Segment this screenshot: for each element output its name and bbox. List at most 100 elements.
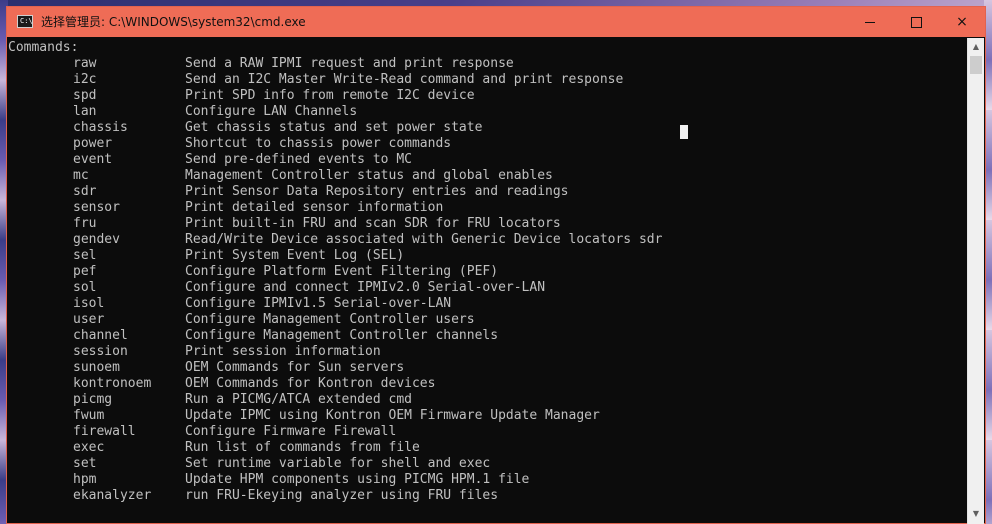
command-row: fru Print built-in FRU and scan SDR for F… bbox=[8, 216, 966, 232]
command-name: sunoem bbox=[73, 360, 120, 375]
command-row: hpm Update HPM components using PICMG HPM… bbox=[8, 472, 966, 488]
command-row: sdr Print Sensor Data Repository entries … bbox=[8, 184, 966, 200]
command-name: raw bbox=[73, 56, 97, 71]
command-name: fru bbox=[73, 216, 97, 231]
command-description: Run list of commands from file bbox=[185, 440, 420, 455]
command-row: mc Management Controller status and globa… bbox=[8, 168, 966, 184]
command-description: Send a RAW IPMI request and print respon… bbox=[185, 56, 514, 71]
command-row: fwum Update IPMC using Kontron OEM Firmwa… bbox=[8, 408, 966, 424]
command-description: Update IPMC using Kontron OEM Firmware U… bbox=[185, 408, 600, 423]
command-description: Print built-in FRU and scan SDR for FRU … bbox=[185, 216, 561, 231]
command-name: sol bbox=[73, 280, 97, 295]
command-name: set bbox=[73, 456, 97, 471]
command-name: spd bbox=[73, 88, 97, 103]
command-row: firewall Configure Firmware Firewall bbox=[8, 424, 966, 440]
close-button[interactable]: × bbox=[939, 7, 985, 37]
maximize-icon bbox=[910, 16, 922, 28]
command-description: Get chassis status and set power state bbox=[185, 120, 483, 135]
command-name: fwum bbox=[73, 408, 105, 423]
command-description: Print SPD info from remote I2C device bbox=[185, 88, 475, 103]
command-name: mc bbox=[73, 168, 89, 183]
command-description: Configure LAN Channels bbox=[185, 104, 358, 119]
command-name: sel bbox=[73, 248, 97, 263]
command-name: chassis bbox=[73, 120, 128, 135]
command-row: user Configure Management Controller user… bbox=[8, 312, 966, 328]
scroll-down-icon[interactable]: ▼ bbox=[968, 506, 984, 522]
command-description: Print session information bbox=[185, 344, 381, 359]
cmd-window: C:\ 选择管理员: C:\WINDOWS\system32\cmd.exe ×… bbox=[6, 6, 986, 524]
command-name: user bbox=[73, 312, 105, 327]
command-description: Set runtime variable for shell and exec bbox=[185, 456, 491, 471]
command-name: ekanalyzer bbox=[73, 488, 152, 503]
vertical-scrollbar[interactable]: ▲ ▼ bbox=[967, 38, 984, 524]
scroll-up-icon[interactable]: ▲ bbox=[968, 39, 984, 55]
command-row: i2c Send an I2C Master Write-Read command… bbox=[8, 72, 966, 88]
minimize-icon bbox=[865, 21, 875, 23]
console-header: Commands: bbox=[8, 40, 79, 55]
command-name: sensor bbox=[73, 200, 120, 215]
command-name: i2c bbox=[73, 72, 97, 87]
command-row: power Shortcut to chassis power commands bbox=[8, 136, 966, 152]
text-cursor bbox=[680, 125, 688, 139]
command-description: Configure Management Controller channels bbox=[185, 328, 499, 343]
command-row: isol Configure IPMIv1.5 Serial-over-LAN bbox=[8, 296, 966, 312]
command-row: sunoem OEM Commands for Sun servers bbox=[8, 360, 966, 376]
command-description: OEM Commands for Kontron devices bbox=[185, 376, 436, 391]
command-name: pef bbox=[73, 264, 97, 279]
console-output[interactable]: Commands: raw Send a RAW IPMI request and… bbox=[8, 38, 966, 524]
command-description: Configure IPMIv1.5 Serial-over-LAN bbox=[185, 296, 452, 311]
command-description: Print detailed sensor information bbox=[185, 200, 444, 215]
command-name: channel bbox=[73, 328, 128, 343]
command-row: spd Print SPD info from remote I2C device bbox=[8, 88, 966, 104]
command-name: firewall bbox=[73, 424, 136, 439]
command-name: kontronoem bbox=[73, 376, 152, 391]
command-description: Print System Event Log (SEL) bbox=[185, 248, 405, 263]
command-description: Configure Platform Event Filtering (PEF) bbox=[185, 264, 499, 279]
command-name: picmg bbox=[73, 392, 113, 407]
command-description: Send pre-defined events to MC bbox=[185, 152, 412, 167]
command-row: event Send pre-defined events to MC bbox=[8, 152, 966, 168]
command-description: Update HPM components using PICMG HPM.1 … bbox=[185, 472, 530, 487]
command-row: exec Run list of commands from file bbox=[8, 440, 966, 456]
command-name: sdr bbox=[73, 184, 97, 199]
close-icon: × bbox=[956, 14, 968, 30]
command-description: run FRU-Ekeying analyzer using FRU files bbox=[185, 488, 499, 503]
command-description: Send an I2C Master Write-Read command an… bbox=[185, 72, 624, 87]
command-row: sel Print System Event Log (SEL) bbox=[8, 248, 966, 264]
scrollbar-thumb[interactable] bbox=[970, 56, 982, 74]
cmd-console-icon[interactable]: C:\ bbox=[17, 15, 33, 28]
command-row: picmg Run a PICMG/ATCA extended cmd bbox=[8, 392, 966, 408]
command-name: gendev bbox=[73, 232, 120, 247]
command-name: isol bbox=[73, 296, 105, 311]
command-row: kontronoem OEM Commands for Kontron devic… bbox=[8, 376, 966, 392]
command-row: raw Send a RAW IPMI request and print res… bbox=[8, 56, 966, 72]
command-row: lan Configure LAN Channels bbox=[8, 104, 966, 120]
command-name: power bbox=[73, 136, 113, 151]
maximize-button[interactable] bbox=[893, 7, 939, 37]
command-name: session bbox=[73, 344, 128, 359]
command-row: set Set runtime variable for shell and ex… bbox=[8, 456, 966, 472]
command-description: Configure Management Controller users bbox=[185, 312, 475, 327]
command-row: sensor Print detailed sensor information bbox=[8, 200, 966, 216]
command-row: gendev Read/Write Device associated with … bbox=[8, 232, 966, 248]
window-title: 选择管理员: C:\WINDOWS\system32\cmd.exe bbox=[41, 15, 306, 29]
command-description: Run a PICMG/ATCA extended cmd bbox=[185, 392, 412, 407]
command-description: Shortcut to chassis power commands bbox=[185, 136, 452, 151]
command-description: Read/Write Device associated with Generi… bbox=[185, 232, 663, 247]
command-name: lan bbox=[73, 104, 97, 119]
command-row: channel Configure Management Controller c… bbox=[8, 328, 966, 344]
command-description: Configure and connect IPMIv2.0 Serial-ov… bbox=[185, 280, 546, 295]
command-name: event bbox=[73, 152, 113, 167]
command-name: hpm bbox=[73, 472, 97, 487]
command-row: chassis Get chassis status and set power … bbox=[8, 120, 966, 136]
command-description: Configure Firmware Firewall bbox=[185, 424, 397, 439]
command-row: sol Configure and connect IPMIv2.0 Serial… bbox=[8, 280, 966, 296]
title-bar[interactable]: C:\ 选择管理员: C:\WINDOWS\system32\cmd.exe × bbox=[7, 7, 985, 37]
minimize-button[interactable] bbox=[847, 7, 893, 37]
command-row: ekanalyzer run FRU-Ekeying analyzer using… bbox=[8, 488, 966, 504]
console-icon-glyph: C:\ bbox=[20, 17, 33, 25]
command-name: exec bbox=[73, 440, 105, 455]
command-row: pef Configure Platform Event Filtering (P… bbox=[8, 264, 966, 280]
command-row: session Print session information bbox=[8, 344, 966, 360]
command-description: OEM Commands for Sun servers bbox=[185, 360, 405, 375]
